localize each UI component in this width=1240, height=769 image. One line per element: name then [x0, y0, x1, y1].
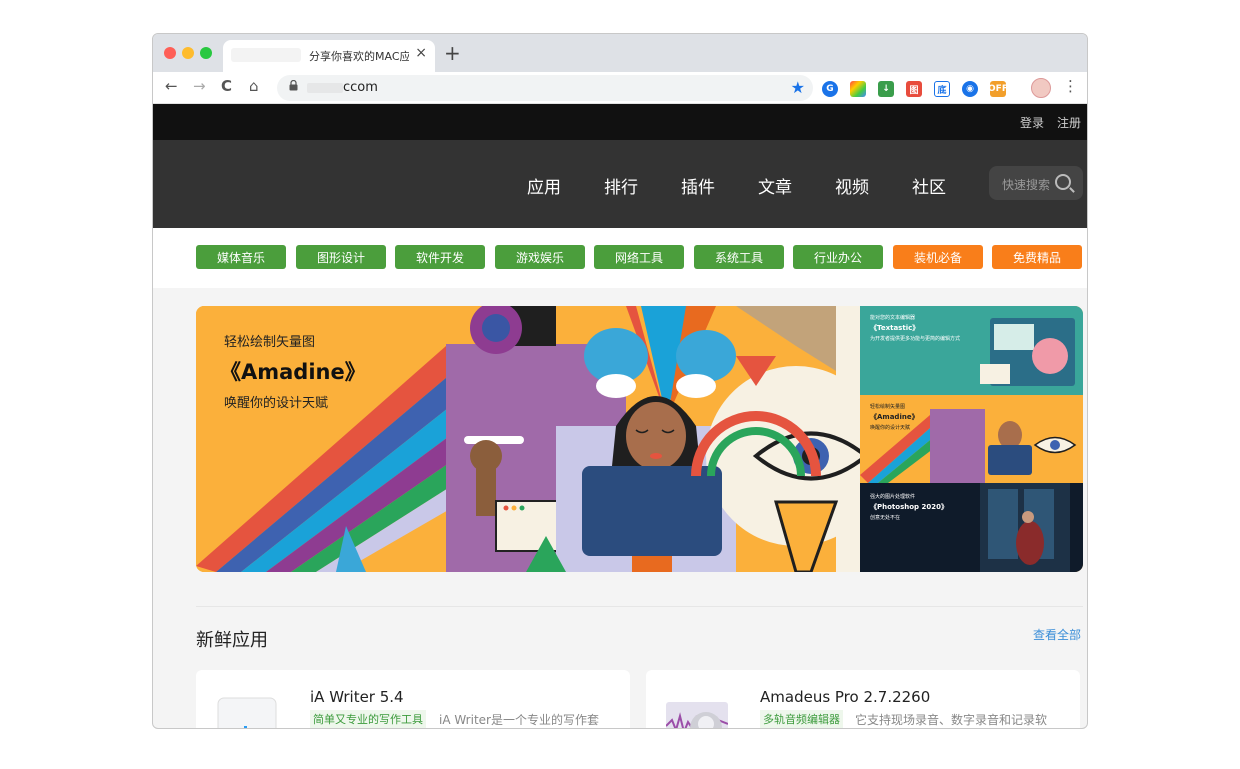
- banner-subtitle: 轻松绘制矢量图: [224, 335, 316, 350]
- category-office[interactable]: 行业办公: [793, 245, 883, 269]
- category-graphic-design[interactable]: 图形设计: [296, 245, 386, 269]
- tab-favicon-icon: [231, 48, 301, 62]
- address-bar[interactable]: ccom ★: [277, 75, 813, 101]
- category-system-tools[interactable]: 系统工具: [694, 245, 784, 269]
- category-games[interactable]: 游戏娱乐: [495, 245, 585, 269]
- thumb-app-name: 《Textastic》: [870, 324, 920, 332]
- thumb-art-textastic: [980, 318, 1075, 386]
- nav-plugins[interactable]: 插件: [681, 173, 715, 198]
- thumb-art-photoshop: [980, 483, 1070, 572]
- banner-thumb-textastic[interactable]: 能对您的文本编辑器 《Textastic》 为开发者提供更多功能与更简的编辑方式: [860, 306, 1083, 395]
- section-title: 新鲜应用: [196, 630, 268, 651]
- maximize-window-button[interactable]: [200, 47, 212, 59]
- banner-title: 《Amadine》: [220, 360, 366, 384]
- profile-avatar[interactable]: [1031, 78, 1051, 98]
- extension-blue-icon[interactable]: 底: [934, 81, 950, 97]
- lock-icon: [289, 79, 298, 94]
- section-divider: [196, 606, 1083, 607]
- view-all-link[interactable]: 查看全部: [1033, 626, 1081, 643]
- tab-title: 分享你喜欢的MAC应: [309, 50, 409, 63]
- quick-search-input[interactable]: 快速搜索: [989, 166, 1083, 200]
- extension-download-icon[interactable]: ↓: [878, 81, 894, 97]
- nav-ranking[interactable]: 排行: [604, 173, 638, 198]
- amadeus-pro-icon: [666, 702, 728, 728]
- site-navbar: 应用 排行 插件 文章 视频 社区 快速搜索: [153, 140, 1087, 228]
- tab-close-icon[interactable]: ×: [415, 45, 427, 61]
- back-icon[interactable]: ←: [165, 77, 178, 95]
- app-tag[interactable]: 多轨音频编辑器: [760, 710, 843, 728]
- category-network-tools[interactable]: 网络工具: [594, 245, 684, 269]
- extension-off-icon[interactable]: OFF: [988, 81, 1008, 97]
- reload-icon[interactable]: C: [221, 77, 232, 95]
- category-media-music[interactable]: 媒体音乐: [196, 245, 286, 269]
- banner-thumb-amadine[interactable]: 轻松绘制矢量图 《Amadine》 唤醒你的设计天赋: [860, 395, 1083, 483]
- nav-community[interactable]: 社区: [912, 173, 946, 198]
- site-topbar: 登录 注册: [153, 104, 1087, 140]
- thumb-small-text: 能对您的文本编辑器: [870, 315, 916, 321]
- thumb-small-text: 强大的图片处理软件: [870, 494, 916, 500]
- url-redacted: [307, 83, 343, 93]
- register-link[interactable]: 注册: [1057, 114, 1081, 131]
- category-essentials[interactable]: 装机必备: [893, 245, 983, 269]
- browser-tab[interactable]: 分享你喜欢的MAC应 ×: [223, 40, 435, 72]
- browser-toolbar: ← → C ⌂ ccom ★ G ↓ 图 底 ◉ OFF ⋮: [153, 72, 1087, 104]
- app-description: 它支持现场录音、数字录音和记录软: [855, 713, 1048, 727]
- thumb-desc: 为开发者提供更多功能与更简的编辑方式: [870, 336, 961, 342]
- search-icon[interactable]: [1055, 174, 1071, 190]
- minimize-window-button[interactable]: [182, 47, 194, 59]
- extension-red-icon[interactable]: 图: [906, 81, 922, 97]
- new-tab-button[interactable]: +: [444, 41, 461, 65]
- tab-strip: 分享你喜欢的MAC应 × +: [153, 34, 1087, 72]
- close-window-button[interactable]: [164, 47, 176, 59]
- ia-writer-icon: A: [217, 697, 277, 728]
- category-free-picks[interactable]: 免费精品: [992, 245, 1082, 269]
- login-link[interactable]: 登录: [1020, 114, 1044, 131]
- nav-videos[interactable]: 视频: [835, 173, 869, 198]
- banner-thumb-photoshop[interactable]: 强大的图片处理软件 《Photoshop 2020》 创意无处不在: [860, 483, 1083, 572]
- browser-menu-icon[interactable]: ⋮: [1063, 77, 1078, 95]
- hero-banner[interactable]: 轻松绘制矢量图 《Amadine》 唤醒你的设计天赋 能对您的文本编辑器 《Te…: [196, 306, 1083, 572]
- bookmark-star-icon[interactable]: ★: [791, 78, 805, 97]
- category-software-dev[interactable]: 软件开发: [395, 245, 485, 269]
- banner-tagline: 唤醒你的设计天赋: [224, 396, 329, 411]
- app-name[interactable]: iA Writer 5.4: [310, 688, 404, 706]
- app-card-amadeus-pro[interactable]: Amadeus Pro 2.7.2260 多轨音频编辑器 它支持现场录音、数字录…: [646, 670, 1080, 728]
- app-name[interactable]: Amadeus Pro 2.7.2260: [760, 688, 930, 706]
- nav-apps[interactable]: 应用: [527, 173, 561, 198]
- extension-chrome-icon[interactable]: G: [822, 81, 838, 97]
- forward-icon[interactable]: →: [193, 77, 206, 95]
- thumb-app-name: 《Photoshop 2020》: [870, 503, 948, 511]
- app-description: iA Writer是一个专业的写作套: [439, 713, 599, 727]
- extension-circle-icon[interactable]: ◉: [962, 81, 978, 97]
- url-text: ccom: [343, 80, 378, 95]
- home-icon[interactable]: ⌂: [249, 77, 259, 95]
- browser-window: 分享你喜欢的MAC应 × + ← → C ⌂ ccom ★ G ↓ 图 底 ◉ …: [152, 33, 1088, 729]
- nav-articles[interactable]: 文章: [758, 173, 792, 198]
- search-placeholder: 快速搜索: [1002, 178, 1051, 192]
- thumb-art-amadine: [860, 409, 1077, 483]
- app-tag[interactable]: 简单又专业的写作工具: [310, 710, 426, 728]
- thumb-desc: 创意无处不在: [870, 515, 901, 521]
- category-bar: 媒体音乐 图形设计 软件开发 游戏娱乐 网络工具 系统工具 行业办公 装机必备 …: [153, 228, 1087, 288]
- app-card-ia-writer[interactable]: A iA Writer 5.4 简单又专业的写作工具 iA Writer是一个专…: [196, 670, 630, 728]
- extension-color-icon[interactable]: [850, 81, 866, 97]
